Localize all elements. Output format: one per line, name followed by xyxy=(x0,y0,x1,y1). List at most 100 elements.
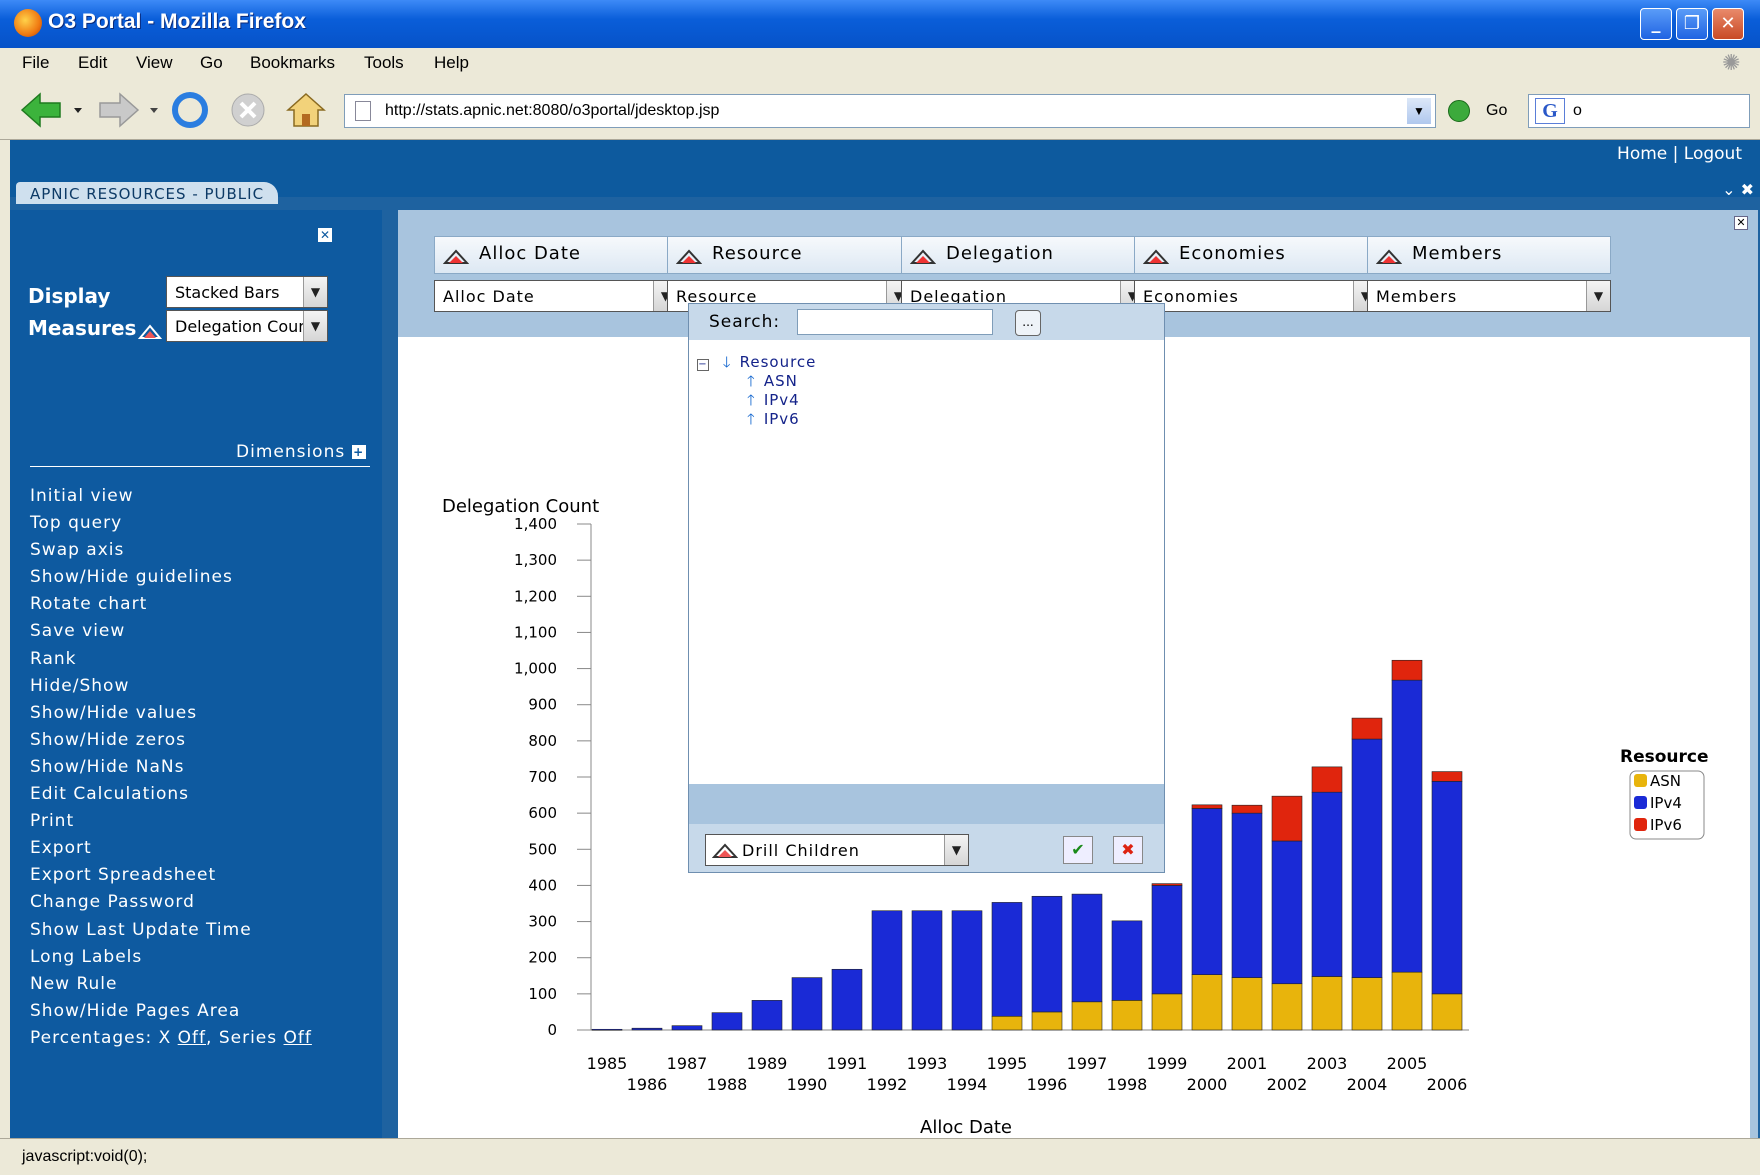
menu-help[interactable]: Help xyxy=(434,53,469,73)
drill-select[interactable]: Drill Children ▼ xyxy=(705,834,969,866)
home-button[interactable] xyxy=(284,90,328,130)
legend-title: Resource xyxy=(1620,747,1709,767)
go-icon[interactable] xyxy=(1448,100,1470,122)
tab-close-icon[interactable]: ✖ xyxy=(1741,180,1754,199)
sidebar-item-1[interactable]: Top query xyxy=(30,513,312,540)
sidebar: ✕ Display Stacked Bars ▼ Measures Delega… xyxy=(10,210,382,1138)
dimension-button-0[interactable]: Alloc Date xyxy=(434,236,678,274)
x-tick-label: 2000 xyxy=(1187,1075,1228,1094)
dimension-button-2[interactable]: Delegation xyxy=(901,236,1145,274)
dimension-icon xyxy=(676,249,702,264)
x-tick-label: 1997 xyxy=(1067,1054,1108,1073)
measures-select[interactable]: Delegation Count ▼ xyxy=(166,310,328,342)
tab-menu-icon[interactable]: ⌄ xyxy=(1722,180,1735,199)
expand-plus-icon[interactable]: + xyxy=(351,445,366,459)
sidebar-item-4[interactable]: Rotate chart xyxy=(30,594,312,621)
back-arrow-icon xyxy=(20,92,61,128)
forward-button[interactable] xyxy=(96,90,166,130)
url-bar[interactable]: http://stats.apnic.net:8080/o3portal/jde… xyxy=(344,94,1436,128)
collapse-icon[interactable]: − xyxy=(697,359,709,371)
dimension-select-4[interactable]: Members ▼ xyxy=(1367,280,1611,312)
sidebar-item-15[interactable]: Change Password xyxy=(30,892,312,919)
y-tick-label: 500 xyxy=(528,840,557,858)
reload-button[interactable] xyxy=(170,90,212,130)
popup-search-input[interactable] xyxy=(797,309,993,335)
bar-asn-1996 xyxy=(1031,1011,1063,1031)
resource-tree: − 🡓 Resource 🡑 ASN 🡑 IPv4 🡑 IPv6 xyxy=(697,352,816,428)
dimension-button-label: Alloc Date xyxy=(479,243,581,264)
sidebar-item-18[interactable]: New Rule xyxy=(30,974,312,1001)
sidebar-close-icon[interactable]: ✕ xyxy=(318,228,332,242)
panel-close-icon[interactable]: ✕ xyxy=(1734,216,1748,230)
sidebar-item-7[interactable]: Hide/Show xyxy=(30,676,312,703)
dimension-button-1[interactable]: Resource xyxy=(667,236,911,274)
back-button[interactable] xyxy=(18,90,88,130)
bar-ipv6-2001 xyxy=(1231,804,1263,814)
display-select[interactable]: Stacked Bars ▼ xyxy=(166,276,328,308)
sidebar-item-6[interactable]: Rank xyxy=(30,649,312,676)
y-tick-label: 300 xyxy=(528,913,557,931)
window-title: O3 Portal - Mozilla Firefox xyxy=(48,10,306,33)
go-button[interactable]: Go xyxy=(1486,102,1507,120)
bar-asn-1995 xyxy=(991,1015,1023,1031)
menu-view[interactable]: View xyxy=(136,53,173,73)
percentages-prefix: Percentages: X xyxy=(30,1027,178,1048)
tree-root[interactable]: − 🡓 Resource xyxy=(697,352,816,371)
menu-file[interactable]: File xyxy=(22,53,49,73)
sidebar-item-17[interactable]: Long Labels xyxy=(30,947,312,974)
sidebar-item-9[interactable]: Show/Hide zeros xyxy=(30,730,312,757)
bar-ipv6-2006 xyxy=(1431,771,1463,782)
sidebar-item-19[interactable]: Show/Hide Pages Area xyxy=(30,1001,312,1028)
sidebar-item-10[interactable]: Show/Hide NaNs xyxy=(30,757,312,784)
dimension-button-4[interactable]: Members xyxy=(1367,236,1611,274)
dimensions-link[interactable]: Dimensions + xyxy=(236,442,366,462)
maximize-button[interactable]: ❐ xyxy=(1676,8,1708,40)
bar-ipv6-2004 xyxy=(1351,717,1383,740)
bar-ipv6-2005 xyxy=(1391,659,1423,681)
cancel-button[interactable]: ✖ xyxy=(1113,836,1143,864)
bar-asn-2005 xyxy=(1391,971,1423,1031)
tree-item-asn[interactable]: 🡑 ASN xyxy=(697,371,816,390)
sidebar-item-5[interactable]: Save view xyxy=(30,621,312,648)
menu-bookmarks[interactable]: Bookmarks xyxy=(250,53,335,73)
tab-apnic-resources[interactable]: APNIC RESOURCES - PUBLIC xyxy=(16,182,279,204)
dimension-icon xyxy=(443,249,469,264)
confirm-button[interactable]: ✔ xyxy=(1063,836,1093,864)
percentages-series-toggle[interactable]: Off xyxy=(284,1028,312,1048)
tree-item-label: ASN xyxy=(763,372,798,390)
search-field[interactable]: G o xyxy=(1528,94,1750,128)
sidebar-item-12[interactable]: Print xyxy=(30,811,312,838)
google-icon[interactable]: G xyxy=(1535,98,1565,124)
legend-swatch-ipv4 xyxy=(1634,796,1647,809)
bar-ipv4-1994 xyxy=(951,910,983,1031)
logout-link[interactable]: Logout xyxy=(1684,144,1742,164)
display-value: Stacked Bars xyxy=(175,283,280,302)
bar-ipv4-1991 xyxy=(831,968,863,1031)
percentages-x-toggle[interactable]: Off xyxy=(178,1028,206,1048)
sidebar-item-2[interactable]: Swap axis xyxy=(30,540,312,567)
sidebar-item-0[interactable]: Initial view xyxy=(30,486,312,513)
menu-go[interactable]: Go xyxy=(200,53,223,73)
forward-dropdown-icon xyxy=(150,108,158,113)
home-link[interactable]: Home xyxy=(1617,144,1667,164)
sidebar-item-11[interactable]: Edit Calculations xyxy=(30,784,312,811)
search-dots-button[interactable]: ... xyxy=(1015,310,1041,336)
chevron-down-icon: ▼ xyxy=(944,835,968,865)
dimension-select-3[interactable]: Economies ▼ xyxy=(1134,280,1378,312)
sidebar-item-13[interactable]: Export xyxy=(30,838,312,865)
dimension-button-3[interactable]: Economies xyxy=(1134,236,1378,274)
tree-item-ipv6[interactable]: 🡑 IPv6 xyxy=(697,409,816,428)
menu-edit[interactable]: Edit xyxy=(78,53,107,73)
close-button[interactable]: ✕ xyxy=(1712,8,1744,40)
stop-button[interactable] xyxy=(228,90,270,130)
tree-item-label: IPv6 xyxy=(763,410,800,428)
sidebar-item-8[interactable]: Show/Hide values xyxy=(30,703,312,730)
dimension-select-0[interactable]: Alloc Date ▼ xyxy=(434,280,678,312)
url-dropdown-icon[interactable]: ▼ xyxy=(1407,98,1431,124)
sidebar-item-16[interactable]: Show Last Update Time xyxy=(30,920,312,947)
tree-item-ipv4[interactable]: 🡑 IPv4 xyxy=(697,390,816,409)
minimize-button[interactable]: _ xyxy=(1640,8,1672,40)
sidebar-item-14[interactable]: Export Spreadsheet xyxy=(30,865,312,892)
menu-tools[interactable]: Tools xyxy=(364,53,404,73)
sidebar-item-3[interactable]: Show/Hide guidelines xyxy=(30,567,312,594)
